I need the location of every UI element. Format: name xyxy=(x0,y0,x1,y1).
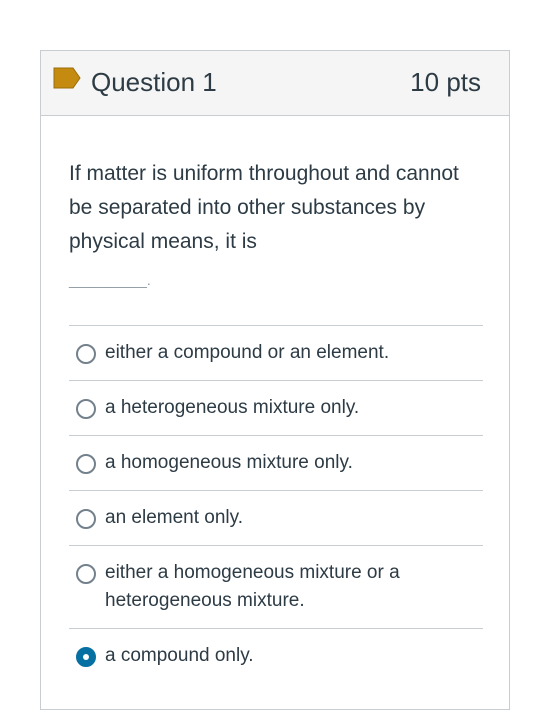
question-text-block: If matter is uniform throughout and cann… xyxy=(69,157,483,287)
answer-option-3[interactable]: a homogeneous mixture only. xyxy=(69,435,483,490)
question-header: Question 1 10 pts xyxy=(41,51,509,116)
radio-button-icon[interactable] xyxy=(76,399,96,419)
question-text: If matter is uniform throughout and cann… xyxy=(69,162,459,253)
question-card: Question 1 10 pts If matter is uniform t… xyxy=(40,50,510,710)
answer-option-6[interactable]: a compound only. xyxy=(69,628,483,683)
answer-option-1[interactable]: either a compound or an element. xyxy=(69,325,483,380)
question-title: Question 1 xyxy=(91,67,217,97)
radio-button-icon[interactable] xyxy=(76,509,96,529)
radio-button-icon[interactable] xyxy=(76,454,96,474)
answer-option-2[interactable]: a heterogeneous mixture only. xyxy=(69,380,483,435)
bookmark-flag-icon[interactable] xyxy=(53,67,81,89)
answer-label: an element only. xyxy=(105,507,244,528)
answer-label: a heterogeneous mixture only. xyxy=(105,397,360,418)
radio-button-icon[interactable] xyxy=(76,344,96,364)
answer-list: either a compound or an element. a heter… xyxy=(69,325,483,683)
answer-label: a homogeneous mixture only. xyxy=(105,452,353,473)
answer-label: either a compound or an element. xyxy=(105,342,390,363)
answer-blank: __________. xyxy=(69,272,151,288)
radio-button-selected-icon[interactable] xyxy=(76,647,96,667)
answer-label: a compound only. xyxy=(105,645,254,666)
answer-label: either a homogeneous mixture or a hetero… xyxy=(105,562,400,611)
answer-option-5[interactable]: either a homogeneous mixture or a hetero… xyxy=(69,545,483,628)
question-points: 10 pts xyxy=(410,67,481,97)
radio-button-icon[interactable] xyxy=(76,564,96,584)
answer-option-4[interactable]: an element only. xyxy=(69,490,483,545)
